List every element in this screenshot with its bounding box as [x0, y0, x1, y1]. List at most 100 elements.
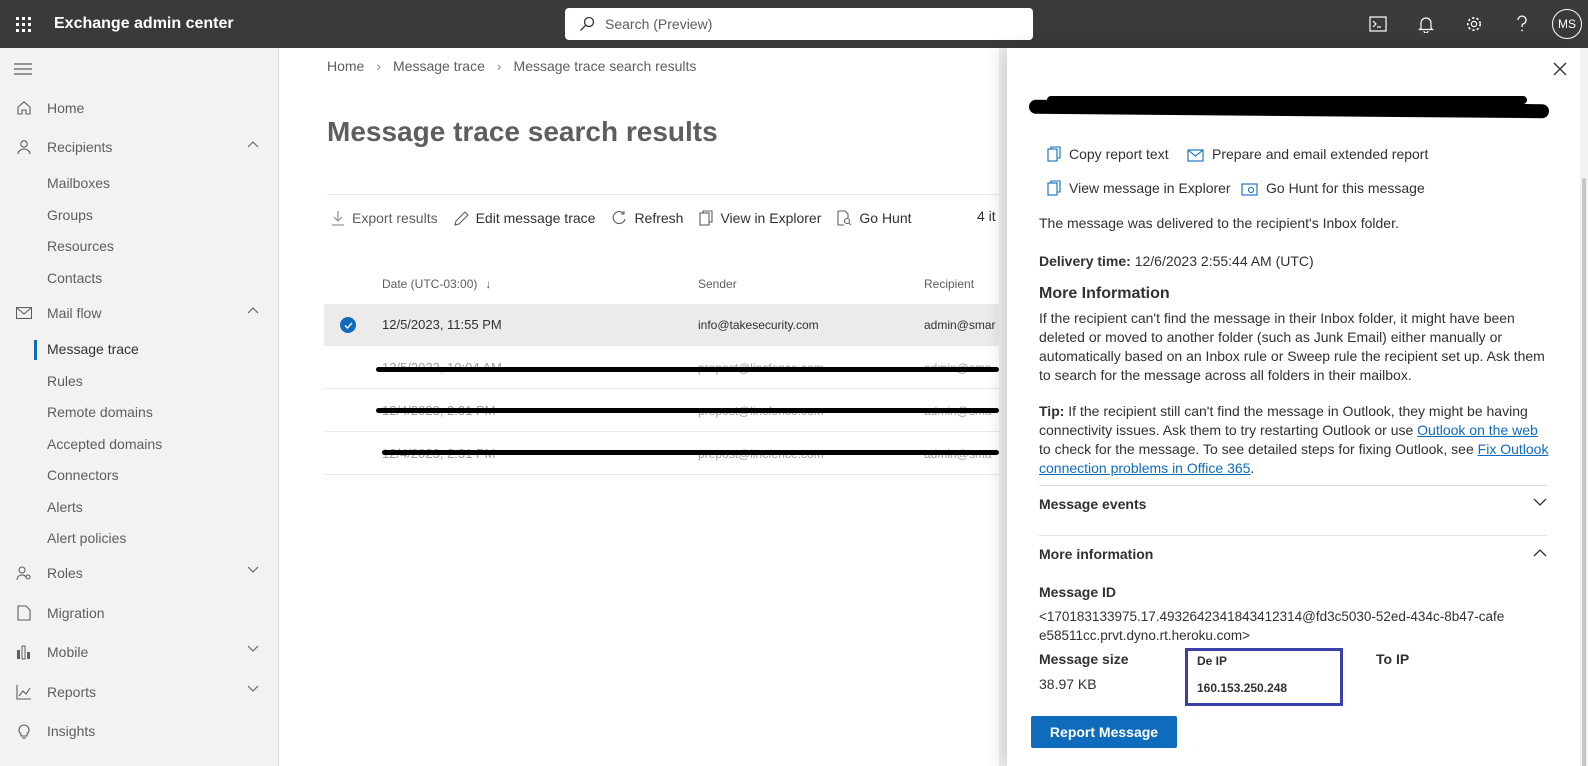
refresh-button[interactable]: Refresh	[611, 210, 683, 226]
divider	[1039, 535, 1547, 536]
checkmark-icon[interactable]	[340, 317, 356, 333]
copy-label: Copy report text	[1069, 146, 1169, 162]
waffle-icon	[15, 16, 31, 32]
from-ip-label: De IP	[1197, 654, 1228, 668]
column-header-recipient[interactable]: Recipient	[924, 277, 974, 291]
chevron-down-icon	[247, 645, 259, 652]
sidebar-item-mobile[interactable]: Mobile	[0, 634, 279, 670]
sidebar-item-label: Recipients	[47, 139, 113, 155]
view-message-in-explorer-button[interactable]: View message in Explorer	[1047, 180, 1231, 196]
outlook-web-link[interactable]: Outlook on the web	[1417, 422, 1538, 438]
sidebar-item-mail-flow[interactable]: Mail flow	[0, 295, 279, 331]
table-row[interactable]: 12/4/2023, 2:31 PM prepost@lincfence.com…	[324, 390, 999, 432]
view-in-explorer-button[interactable]: View in Explorer	[699, 210, 821, 226]
table-row[interactable]: 12/5/2023, 11:55 PM info@takesecurity.co…	[324, 304, 999, 346]
refresh-icon	[613, 211, 626, 225]
sidebar-item-connectors[interactable]: Connectors	[47, 463, 119, 487]
close-button[interactable]	[1553, 62, 1567, 79]
sidebar-item-resources[interactable]: Resources	[47, 234, 114, 258]
table-row[interactable]: 12/5/2023, 10:04 AM prepost@lincfence.co…	[324, 347, 999, 389]
message-id-label: Message ID	[1039, 584, 1117, 600]
delivery-time-label: Delivery time:	[1039, 253, 1131, 269]
chevron-up-icon	[1533, 549, 1547, 557]
migration-icon	[14, 603, 34, 623]
sidebar-item-insights[interactable]: Insights	[0, 713, 279, 749]
more-information-section[interactable]: More information	[1039, 546, 1547, 562]
export-results-button[interactable]: Export results	[331, 210, 438, 226]
sidebar-item-contacts[interactable]: Contacts	[47, 266, 102, 290]
view-explorer-label: View in Explorer	[720, 210, 822, 226]
go-hunt-message-button[interactable]: Go Hunt for this message	[1241, 180, 1425, 196]
message-events-section[interactable]: Message events	[1039, 496, 1547, 512]
sidebar-item-migration[interactable]: Migration	[0, 595, 279, 631]
go-hunt-label: Go Hunt for this message	[1266, 180, 1425, 196]
mail-icon	[14, 303, 34, 323]
sidebar-item-rules[interactable]: Rules	[47, 369, 83, 393]
breadcrumb-message-trace[interactable]: Message trace	[393, 58, 485, 74]
roles-icon	[14, 563, 34, 583]
edit-message-trace-button[interactable]: Edit message trace	[453, 210, 595, 226]
table-row[interactable]: 12/4/2023, 2:31 PM prepost@lincfence.com…	[324, 433, 999, 475]
sidebar-item-accepted-domains[interactable]: Accepted domains	[47, 432, 162, 456]
terminal-icon	[1369, 16, 1387, 32]
search-placeholder: Search (Preview)	[605, 16, 713, 32]
search-input[interactable]: Search (Preview)	[565, 8, 1033, 40]
scrollbar[interactable]	[1580, 48, 1588, 766]
person-icon	[14, 137, 34, 157]
sidebar-item-message-trace[interactable]: Message trace	[47, 337, 139, 361]
more-information-heading: More Information	[1039, 285, 1170, 302]
sort-down-icon: ↓	[485, 277, 492, 291]
sidebar-item-label: Reports	[47, 684, 97, 700]
sidebar-item-groups[interactable]: Groups	[47, 203, 93, 227]
breadcrumb: Home › Message trace › Message trace sea…	[327, 58, 696, 74]
to-ip-label: To IP	[1376, 651, 1410, 667]
page-title: Message trace search results	[327, 116, 718, 147]
divider	[327, 194, 999, 195]
mobile-icon	[14, 642, 34, 662]
prepare-label: Prepare and email extended report	[1212, 146, 1429, 162]
notifications-button[interactable]	[1402, 0, 1450, 48]
delivery-status-text: The message was delivered to the recipie…	[1039, 215, 1399, 231]
terminal-button[interactable]	[1354, 0, 1402, 48]
sidebar-item-alert-policies[interactable]: Alert policies	[47, 526, 126, 550]
sidebar-item-home[interactable]: Home	[0, 90, 279, 126]
home-icon	[14, 98, 34, 118]
tip-text-part: to check for the message. To see detaile…	[1039, 441, 1474, 457]
redaction-mark	[382, 450, 999, 455]
tip-text-part: .	[1250, 460, 1255, 476]
sidebar-item-recipients[interactable]: Recipients	[0, 129, 279, 165]
sidebar-item-alerts[interactable]: Alerts	[47, 495, 83, 519]
close-icon	[1553, 62, 1567, 76]
app-launcher-button[interactable]	[0, 0, 46, 48]
copy-report-text-button[interactable]: Copy report text	[1047, 146, 1169, 162]
avatar[interactable]: MS	[1552, 9, 1582, 39]
help-icon	[1517, 15, 1527, 32]
go-hunt-button[interactable]: Go Hunt	[837, 210, 912, 226]
more-information-text: If the recipient can't find the message …	[1039, 310, 1545, 383]
report-message-button[interactable]: Report Message	[1031, 716, 1177, 748]
settings-button[interactable]	[1450, 0, 1498, 48]
breadcrumb-current: Message trace search results	[513, 58, 697, 74]
tip-label: Tip:	[1039, 403, 1065, 419]
reports-icon	[14, 682, 34, 702]
sidebar: Home Recipients Mailboxes Groups Resourc…	[0, 48, 279, 766]
help-button[interactable]	[1498, 0, 1546, 48]
sidebar-item-mailboxes[interactable]: Mailboxes	[47, 171, 110, 195]
chevron-down-icon	[1533, 498, 1547, 506]
column-header-date[interactable]: Date (UTC-03:00) ↓	[382, 277, 491, 291]
export-label: Export results	[352, 210, 438, 226]
app-title: Exchange admin center	[54, 15, 234, 32]
column-header-sender[interactable]: Sender	[698, 277, 737, 291]
sidebar-item-reports[interactable]: Reports	[0, 674, 279, 710]
document-icon	[1047, 180, 1061, 196]
sidebar-item-remote-domains[interactable]: Remote domains	[47, 400, 153, 424]
lightbulb-icon	[14, 721, 34, 741]
breadcrumb-home[interactable]: Home	[327, 58, 364, 74]
row-recipient: admin@smar	[924, 318, 996, 332]
sidebar-item-roles[interactable]: Roles	[0, 555, 279, 591]
collapse-nav-button[interactable]	[14, 62, 32, 79]
sidebar-item-label: Mobile	[47, 644, 89, 660]
view-explorer-label: View message in Explorer	[1069, 180, 1231, 196]
prepare-extended-report-button[interactable]: Prepare and email extended report	[1187, 146, 1428, 162]
result-count: 4 it	[977, 208, 996, 224]
